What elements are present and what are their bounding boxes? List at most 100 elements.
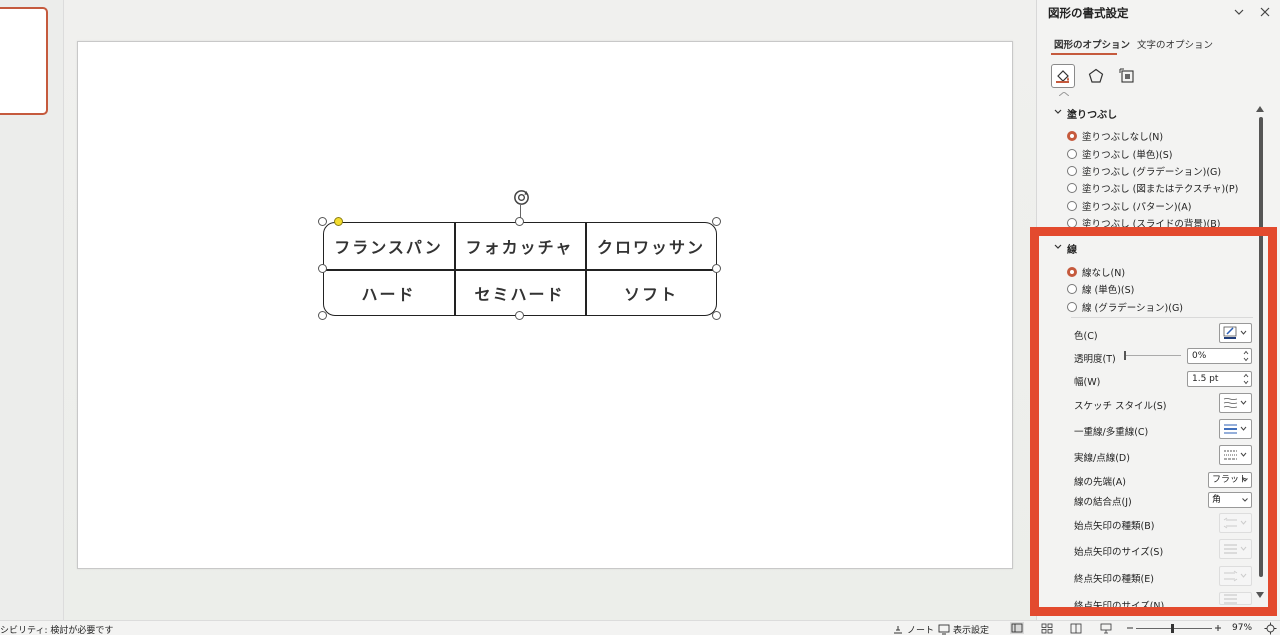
option-label: 線 (グラデーション)(G) bbox=[1082, 303, 1184, 314]
spinner-arrows-icon[interactable] bbox=[1243, 373, 1249, 385]
radio-button[interactable] bbox=[1067, 284, 1077, 294]
join-type-label: 線の結合点(J) bbox=[1074, 497, 1132, 508]
transparency-slider-thumb[interactable] bbox=[1124, 351, 1126, 360]
line-color-button[interactable] bbox=[1219, 323, 1252, 343]
zoom-out-icon[interactable] bbox=[1126, 624, 1134, 632]
chevron-down-icon bbox=[1242, 498, 1248, 502]
slide[interactable]: フランスパン フォカッチャ クロワッサン ハード セミハード ソフト bbox=[77, 41, 1013, 569]
width-input[interactable]: 1.5 pt bbox=[1187, 371, 1252, 387]
fill-option-none[interactable]: 塗りつぶしなし(N) bbox=[1067, 129, 1163, 143]
radio-button[interactable] bbox=[1067, 201, 1077, 211]
chevron-down-icon[interactable] bbox=[1054, 244, 1062, 250]
radio-button[interactable] bbox=[1067, 218, 1077, 228]
end-arrow-type-label: 終点矢印の種類(E) bbox=[1074, 574, 1154, 585]
reading-view-icon[interactable] bbox=[1070, 623, 1082, 634]
spinner-arrows-icon[interactable] bbox=[1243, 350, 1249, 362]
transparency-value: 0% bbox=[1192, 351, 1207, 361]
radio-button[interactable] bbox=[1067, 131, 1077, 141]
pane-scrollbar[interactable] bbox=[1259, 117, 1263, 577]
line-section-header[interactable]: 線 bbox=[1067, 241, 1077, 256]
option-label: 塗りつぶし (グラデーション)(G) bbox=[1082, 167, 1222, 178]
zoom-slider[interactable] bbox=[1136, 628, 1212, 629]
resize-handle-right[interactable] bbox=[712, 264, 721, 273]
table-cell[interactable]: セミハード bbox=[454, 269, 585, 316]
accessibility-status[interactable]: シビリティ: 検討が必要です bbox=[0, 623, 113, 635]
resize-handle-left[interactable] bbox=[318, 264, 327, 273]
resize-handle-bottom-right[interactable] bbox=[712, 311, 721, 320]
zoom-level[interactable]: 97% bbox=[1232, 623, 1252, 633]
radio-button[interactable] bbox=[1067, 302, 1077, 312]
radio-button[interactable] bbox=[1067, 267, 1077, 277]
slide-sorter-icon[interactable] bbox=[1041, 623, 1053, 634]
fill-line-tab[interactable] bbox=[1051, 64, 1075, 88]
line-option-none[interactable]: 線なし(N) bbox=[1067, 265, 1125, 279]
sketch-style-button[interactable] bbox=[1219, 393, 1252, 413]
rotate-handle-icon[interactable] bbox=[512, 188, 531, 207]
end-arrow-type-button[interactable] bbox=[1219, 566, 1252, 586]
table-shape[interactable]: フランスパン フォカッチャ クロワッサン ハード セミハード ソフト bbox=[318, 217, 721, 320]
begin-arrow-size-button[interactable] bbox=[1219, 539, 1252, 559]
status-bar: シビリティ: 検討が必要です ノート 表示設定 97% bbox=[0, 620, 1280, 635]
paint-bucket-icon bbox=[1056, 70, 1069, 83]
table-cell[interactable]: ソフト bbox=[585, 269, 717, 316]
table-cell[interactable]: クロワッサン bbox=[585, 222, 717, 269]
tab-text-options[interactable]: 文字のオプション bbox=[1137, 37, 1213, 51]
transparency-label: 透明度(T) bbox=[1074, 354, 1116, 365]
dash-lines-icon bbox=[1224, 450, 1247, 460]
fill-option-solid[interactable]: 塗りつぶし (単色)(S) bbox=[1067, 147, 1172, 161]
chevron-down-icon[interactable] bbox=[1233, 6, 1245, 18]
normal-view-icon[interactable] bbox=[1010, 622, 1024, 634]
resize-handle-bottom[interactable] bbox=[515, 311, 524, 320]
scroll-up-icon[interactable] bbox=[1256, 106, 1264, 112]
fill-option-picture[interactable]: 塗りつぶし (図またはテクスチャ)(P) bbox=[1067, 181, 1238, 195]
sketch-style-label: スケッチ スタイル(S) bbox=[1074, 401, 1167, 412]
option-label: 線なし(N) bbox=[1082, 268, 1126, 279]
resize-handle-bottom-left[interactable] bbox=[318, 311, 327, 320]
radio-button[interactable] bbox=[1067, 166, 1077, 176]
table-cell[interactable]: フランスパン bbox=[323, 222, 454, 269]
line-option-gradient[interactable]: 線 (グラデーション)(G) bbox=[1067, 300, 1183, 314]
effects-tab[interactable] bbox=[1084, 64, 1108, 88]
slideshow-icon[interactable] bbox=[1100, 623, 1112, 634]
display-settings-icon bbox=[938, 624, 950, 635]
end-arrow-size-button[interactable] bbox=[1219, 592, 1252, 605]
zoom-in-icon[interactable] bbox=[1214, 624, 1222, 632]
slide-thumbnail-pane bbox=[0, 0, 64, 620]
close-icon[interactable] bbox=[1259, 6, 1271, 18]
radio-button[interactable] bbox=[1067, 183, 1077, 193]
begin-arrow-type-button[interactable] bbox=[1219, 513, 1252, 533]
slide-thumbnail-1[interactable] bbox=[0, 7, 48, 115]
table-cell[interactable]: フォカッチャ bbox=[454, 222, 585, 269]
cap-type-dropdown[interactable]: フラット bbox=[1208, 472, 1252, 488]
resize-handle-top[interactable] bbox=[515, 217, 524, 226]
notes-icon bbox=[894, 626, 902, 634]
scroll-down-icon[interactable] bbox=[1256, 592, 1264, 598]
arrow-size-icon bbox=[1224, 544, 1247, 554]
fit-to-window-icon[interactable] bbox=[1264, 622, 1277, 635]
table-cell[interactable]: ハード bbox=[323, 269, 454, 316]
fill-section-header[interactable]: 塗りつぶし bbox=[1067, 106, 1117, 121]
display-settings-label: 表示設定 bbox=[953, 626, 990, 635]
dash-type-button[interactable] bbox=[1219, 445, 1252, 465]
color-label: 色(C) bbox=[1074, 331, 1098, 342]
radio-button[interactable] bbox=[1067, 149, 1077, 159]
tab-shape-options[interactable]: 図形のオプション bbox=[1054, 37, 1130, 51]
size-properties-icon bbox=[1119, 68, 1134, 83]
size-properties-tab[interactable] bbox=[1115, 64, 1139, 88]
resize-handle-top-left[interactable] bbox=[318, 217, 327, 226]
transparency-input[interactable]: 0% bbox=[1187, 348, 1252, 364]
join-type-dropdown[interactable]: 角 bbox=[1208, 492, 1252, 508]
chevron-down-icon[interactable] bbox=[1054, 109, 1062, 115]
fill-option-gradient[interactable]: 塗りつぶし (グラデーション)(G) bbox=[1067, 164, 1221, 178]
display-settings-button[interactable]: 表示設定 bbox=[938, 623, 989, 635]
transparency-slider[interactable] bbox=[1125, 355, 1181, 356]
resize-handle-top-right[interactable] bbox=[712, 217, 721, 226]
zoom-slider-thumb[interactable] bbox=[1171, 624, 1174, 633]
compound-type-button[interactable] bbox=[1219, 419, 1252, 439]
line-option-solid[interactable]: 線 (単色)(S) bbox=[1067, 282, 1134, 296]
fill-option-pattern[interactable]: 塗りつぶし (パターン)(A) bbox=[1067, 199, 1191, 213]
adjust-handle[interactable] bbox=[334, 217, 343, 226]
fill-option-background[interactable]: 塗りつぶし (スライドの背景)(B) bbox=[1067, 216, 1220, 230]
option-label: 線 (単色)(S) bbox=[1082, 285, 1135, 296]
notes-button[interactable]: ノート bbox=[892, 623, 934, 635]
